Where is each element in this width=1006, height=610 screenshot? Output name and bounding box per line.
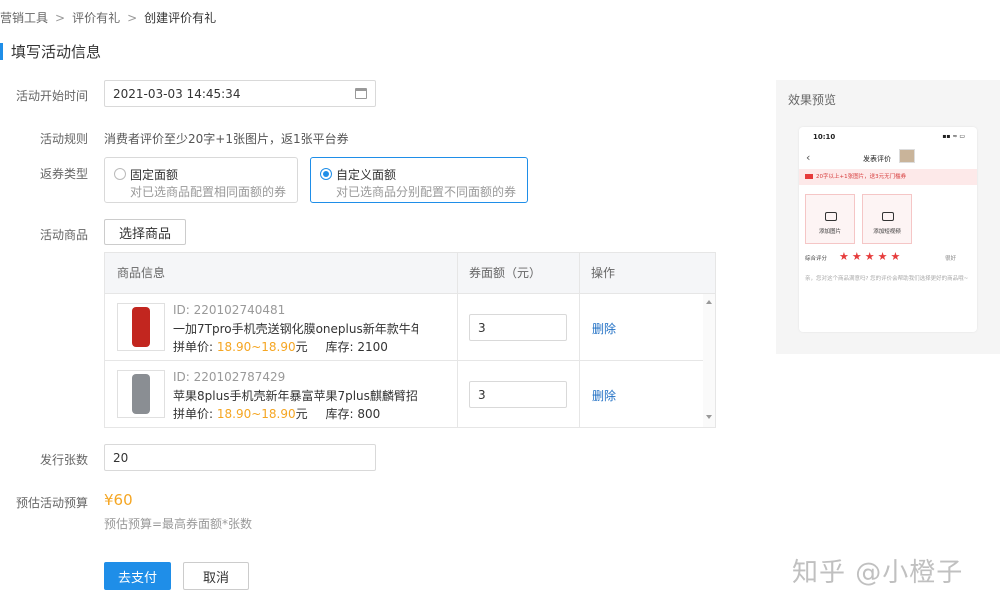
rule-text: 消费者评价至少20字+1张图片，返1张平台券 <box>104 132 349 146</box>
start-time-value: 2021-03-03 14:45:34 <box>113 86 241 101</box>
cancel-button[interactable]: 取消 <box>183 562 249 590</box>
video-icon <box>882 212 894 221</box>
flag-icon <box>805 174 813 179</box>
product-id: ID: 220102740481 <box>173 303 286 317</box>
star-rating-icon: ★★★★★ <box>839 250 904 263</box>
price-label: 拼单价: <box>173 407 214 421</box>
section-title-text: 填写活动信息 <box>11 42 102 61</box>
pay-button[interactable]: 去支付 <box>104 562 171 590</box>
goods-table: 商品信息 券面额（元） 操作 ID: 220102740481 一加7Tpro手… <box>104 252 716 428</box>
coupon-amount-input[interactable]: 3 <box>469 314 567 341</box>
price-range: 18.90~18.90 <box>216 340 296 354</box>
header-goods-info: 商品信息 <box>117 266 166 280</box>
count-input[interactable]: 20 <box>104 444 376 471</box>
upload-video-label: 添加短视频 <box>873 229 901 235</box>
chevron-right-icon: > <box>127 10 138 25</box>
column-divider <box>457 253 458 427</box>
coupon-type-custom-desc: 对已选商品分别配置不同面额的券 <box>336 185 517 199</box>
radio-unchecked-icon[interactable] <box>114 168 126 180</box>
upload-photo-label: 添加图片 <box>818 229 841 235</box>
review-hint: 亲，您对这个商品满意吗? 您的评价会帮助我们选择更好的商品哦~ <box>805 276 969 282</box>
header-coupon-amount: 券面额（元） <box>469 266 542 280</box>
budget-value: ¥60 <box>104 491 133 509</box>
product-thumbnail <box>117 370 165 418</box>
status-bar-icon: ▪▪ ≈ ▭ <box>942 133 965 140</box>
product-thumbnail <box>117 303 165 351</box>
breadcrumb-item-create: 创建评价有礼 <box>144 11 217 25</box>
preview-banner-text: 20字以上+1张图片，送3元无门槛券 <box>816 174 907 180</box>
radio-checked-icon[interactable] <box>320 168 332 180</box>
rating-text: 很好 <box>945 256 957 262</box>
coupon-type-fixed-option[interactable]: 固定面额 对已选商品配置相同面额的券 <box>104 157 298 203</box>
delete-link[interactable]: 删除 <box>592 320 616 337</box>
calendar-icon[interactable] <box>355 88 367 99</box>
camera-icon <box>825 212 837 221</box>
preview-time: 10:10 <box>813 133 836 141</box>
coupon-type-label: 返券类型 <box>39 167 88 181</box>
select-goods-button[interactable]: 选择商品 <box>104 219 186 245</box>
product-price: 拼单价: 18.90~18.90元 库存: 2100 <box>173 338 388 355</box>
product-name: 苹果8plus手机壳新年暴富苹果7plus麒麟臂招财 <box>173 389 418 403</box>
budget-label: 预估活动预算 <box>15 496 88 510</box>
coupon-type-custom-title: 自定义面额 <box>336 168 397 182</box>
preview-header: 发表评价 <box>863 155 891 163</box>
coupon-type-custom-option[interactable]: 自定义面额 对已选商品分别配置不同面额的券 <box>310 157 528 203</box>
delete-link[interactable]: 删除 <box>592 387 616 404</box>
budget-note: 预估预算=最高券面额*张数 <box>104 517 253 531</box>
table-row: ID: 220102740481 一加7Tpro手机壳送钢化膜oneplus新年… <box>105 294 703 361</box>
breadcrumb-item-marketing-tools[interactable]: 营销工具 <box>0 9 48 26</box>
table-row: ID: 220102787429 苹果8plus手机壳新年暴富苹果7plus麒麟… <box>105 361 703 427</box>
coupon-type-fixed-title: 固定面额 <box>130 168 179 182</box>
chevron-right-icon: > <box>55 10 66 25</box>
product-stock: 库存: 800 <box>325 407 381 421</box>
preview-panel: 效果预览 10:10 ▪▪ ≈ ▭ ‹ 发表评价 20字以上+1张图片，送3元无… <box>776 80 1000 354</box>
price-unit: 元 <box>295 340 308 354</box>
breadcrumb-item-review-gift[interactable]: 评价有礼 <box>72 9 120 26</box>
table-header: 商品信息 券面额（元） 操作 <box>105 253 715 294</box>
breadcrumb: 营销工具 > 评价有礼 > 创建评价有礼 <box>0 9 216 26</box>
start-time-input[interactable]: 2021-03-03 14:45:34 <box>104 80 376 107</box>
price-unit: 元 <box>295 407 308 421</box>
goods-label: 活动商品 <box>39 228 88 242</box>
section-title: 填写活动信息 <box>0 41 101 61</box>
rule-label: 活动规则 <box>39 132 88 146</box>
count-label: 发行张数 <box>39 453 88 467</box>
table-scrollbar[interactable] <box>703 294 715 427</box>
price-label: 拼单价: <box>173 340 214 354</box>
coupon-amount-input[interactable]: 3 <box>469 381 567 408</box>
product-avatar <box>899 149 915 163</box>
phone-case-image <box>132 374 150 414</box>
scroll-up-icon[interactable] <box>706 300 712 304</box>
upload-photo-tile: 添加图片 <box>805 194 855 244</box>
phone-case-image <box>132 307 150 347</box>
phone-preview: 10:10 ▪▪ ≈ ▭ ‹ 发表评价 20字以上+1张图片，送3元无门槛券 添… <box>799 127 977 332</box>
scroll-down-icon[interactable] <box>706 415 712 419</box>
product-price: 拼单价: 18.90~18.90元 库存: 800 <box>173 405 380 422</box>
product-id: ID: 220102787429 <box>173 370 286 384</box>
preview-banner: 20字以上+1张图片，送3元无门槛券 <box>799 169 977 185</box>
watermark: 知乎 @小橙子 <box>792 558 964 588</box>
rating-label: 综合评分 <box>805 256 828 262</box>
section-accent-bar <box>0 42 3 60</box>
price-range: 18.90~18.90 <box>216 407 296 421</box>
column-divider <box>579 253 580 427</box>
preview-title: 效果预览 <box>788 93 837 107</box>
header-action: 操作 <box>591 266 616 280</box>
product-stock: 库存: 2100 <box>325 340 388 354</box>
back-arrow-icon: ‹ <box>806 151 811 164</box>
start-time-label: 活动开始时间 <box>15 89 88 103</box>
upload-video-tile: 添加短视频 <box>862 194 912 244</box>
coupon-type-fixed-desc: 对已选商品配置相同面额的券 <box>130 185 287 199</box>
product-name: 一加7Tpro手机壳送钢化膜oneplus新年款牛年 <box>173 322 418 336</box>
